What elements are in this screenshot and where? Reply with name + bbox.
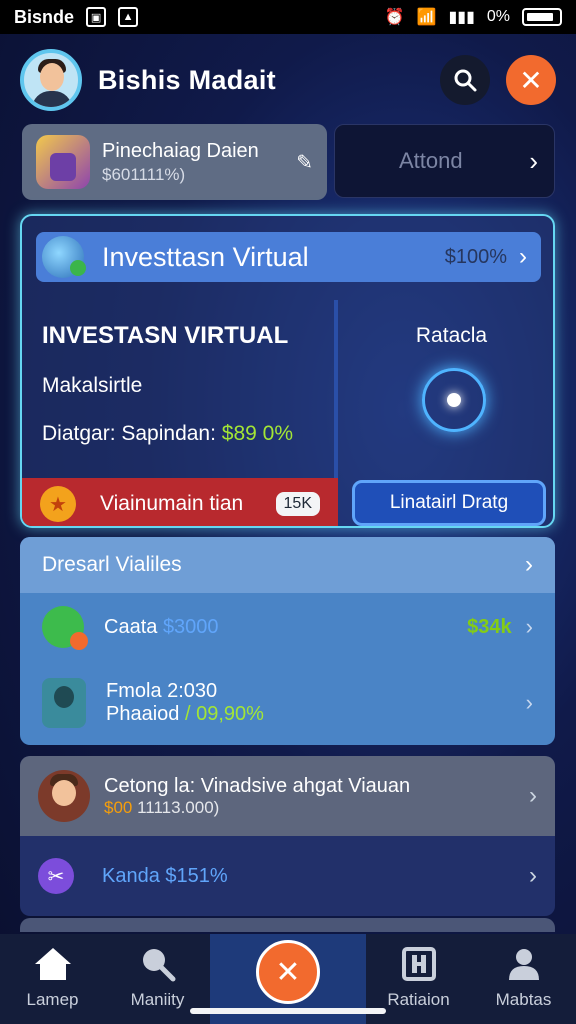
close-button[interactable]: ✕ [506, 55, 556, 105]
cta-button[interactable]: Linatairl Dratg [352, 480, 546, 526]
building-icon [401, 947, 436, 981]
status-icons: ⏰ 📶 ▮▮▮ 0% [385, 7, 562, 27]
chevron-right-icon: › [519, 243, 527, 270]
alarm-icon: ⏰ [384, 9, 405, 26]
page-title: Bishis Madait [98, 64, 276, 95]
chevron-right-icon: › [529, 862, 537, 889]
contact-title: Cetong la: Vinadsive ahgat Viauan [104, 774, 411, 797]
tab-ratio[interactable]: Ratiaion [366, 934, 471, 1010]
account-card[interactable]: Pinechaiag Daien $601111%) ✎ [22, 124, 327, 200]
tab-home[interactable]: Lamep [0, 934, 105, 1010]
signal-icon: ▮▮▮ [448, 9, 475, 26]
reward-label: Viainumain tian [100, 492, 244, 515]
chevron-right-icon: › [525, 614, 533, 639]
kanda-label: Kanda $151% [102, 864, 228, 887]
tab-profile[interactable]: Mabtas [471, 934, 576, 1010]
globe-icon [42, 236, 86, 278]
rate-panel: Ratacla [346, 300, 553, 478]
user-icon [42, 678, 86, 728]
search-icon [142, 949, 175, 982]
avatar[interactable] [20, 49, 82, 111]
search-icon [454, 69, 477, 92]
reward-badge: 15K [275, 492, 320, 516]
list-item[interactable]: ✂ Kanda $151% › [20, 836, 555, 916]
battery-percent: 0% [486, 8, 510, 25]
investment-bar-title: Investtasn Virtual [102, 241, 309, 272]
attend-card[interactable]: Attond › [334, 124, 555, 198]
orbit-icon [422, 368, 486, 432]
reward-bar[interactable]: ★ Viainumain tian 15K [22, 478, 338, 526]
values-title: Dresarl Vialiles [42, 553, 182, 576]
close-icon: ✕ [519, 64, 543, 96]
investment-detail: Diatgar: Sapindan: $89 0% [42, 422, 294, 445]
list-item[interactable]: Caata $3000 $34k › [20, 593, 555, 661]
row-amount: $34k [467, 615, 512, 638]
list-item[interactable]: Fmola 2:030 Phaaiod / 09,90% › [20, 661, 555, 745]
wifi-icon: 📶 [416, 9, 437, 26]
avatar [38, 770, 90, 822]
app-icon: ▲ [118, 7, 139, 27]
values-panel: Dresarl Vialiles › Caata $3000 $34k › Fm… [20, 537, 555, 745]
chevron-right-icon: › [529, 145, 538, 176]
account-card-subtitle: $601111%) [102, 164, 186, 184]
battery-icon [522, 8, 562, 26]
app-header: Bishis Madait ✕ [20, 48, 556, 112]
chevron-right-icon: › [525, 690, 533, 715]
account-card-title: Pinechaiag Daien [102, 139, 259, 162]
notification-icon: ▣ [86, 7, 107, 27]
investment-summary: INVESTASN VIRTUAL Makalsirtle Diatgar: S… [22, 300, 338, 478]
investment-heading: INVESTASN VIRTUAL [42, 322, 289, 349]
home-indicator [190, 1008, 386, 1014]
close-icon: ✕ [275, 955, 301, 989]
attend-label: Attond [399, 148, 463, 173]
star-icon: ★ [40, 486, 76, 522]
tab-search[interactable]: Maniity [105, 934, 210, 1010]
user-icon [508, 949, 539, 980]
edit-icon[interactable]: ✎ [296, 150, 313, 175]
investment-detail-value: $89 0% [221, 422, 294, 445]
investment-subheading: Makalsirtle [42, 374, 143, 397]
shopping-bag-icon [36, 135, 90, 189]
bottom-card: Cetong la: Vinadsive ahgat Viauan $00 11… [20, 756, 555, 916]
contact-subtitle: $00 11113.000) [104, 797, 220, 817]
carrier-label: Bisnde [14, 6, 75, 27]
tool-icon: ✂ [38, 858, 74, 894]
home-icon [34, 948, 71, 980]
action-button[interactable]: ✕ [256, 940, 320, 1004]
chevron-right-icon: › [529, 782, 537, 809]
investment-bar-percent: $100% [444, 245, 507, 268]
chat-icon [42, 606, 88, 650]
next-card-peek [20, 918, 555, 932]
values-header[interactable]: Dresarl Vialiles › [20, 537, 555, 593]
rate-label: Ratacla [415, 324, 488, 347]
investment-bar[interactable]: Investtasn Virtual $100% › [36, 232, 541, 282]
investment-panel: Investtasn Virtual $100% › INVESTASN VIR… [20, 214, 555, 528]
list-item[interactable]: Cetong la: Vinadsive ahgat Viauan $00 11… [20, 756, 555, 836]
status-bar: Bisnde ▣ ▲ ⏰ 📶 ▮▮▮ 0% [0, 0, 576, 34]
search-button[interactable] [440, 55, 490, 105]
chevron-right-icon: › [525, 551, 533, 578]
